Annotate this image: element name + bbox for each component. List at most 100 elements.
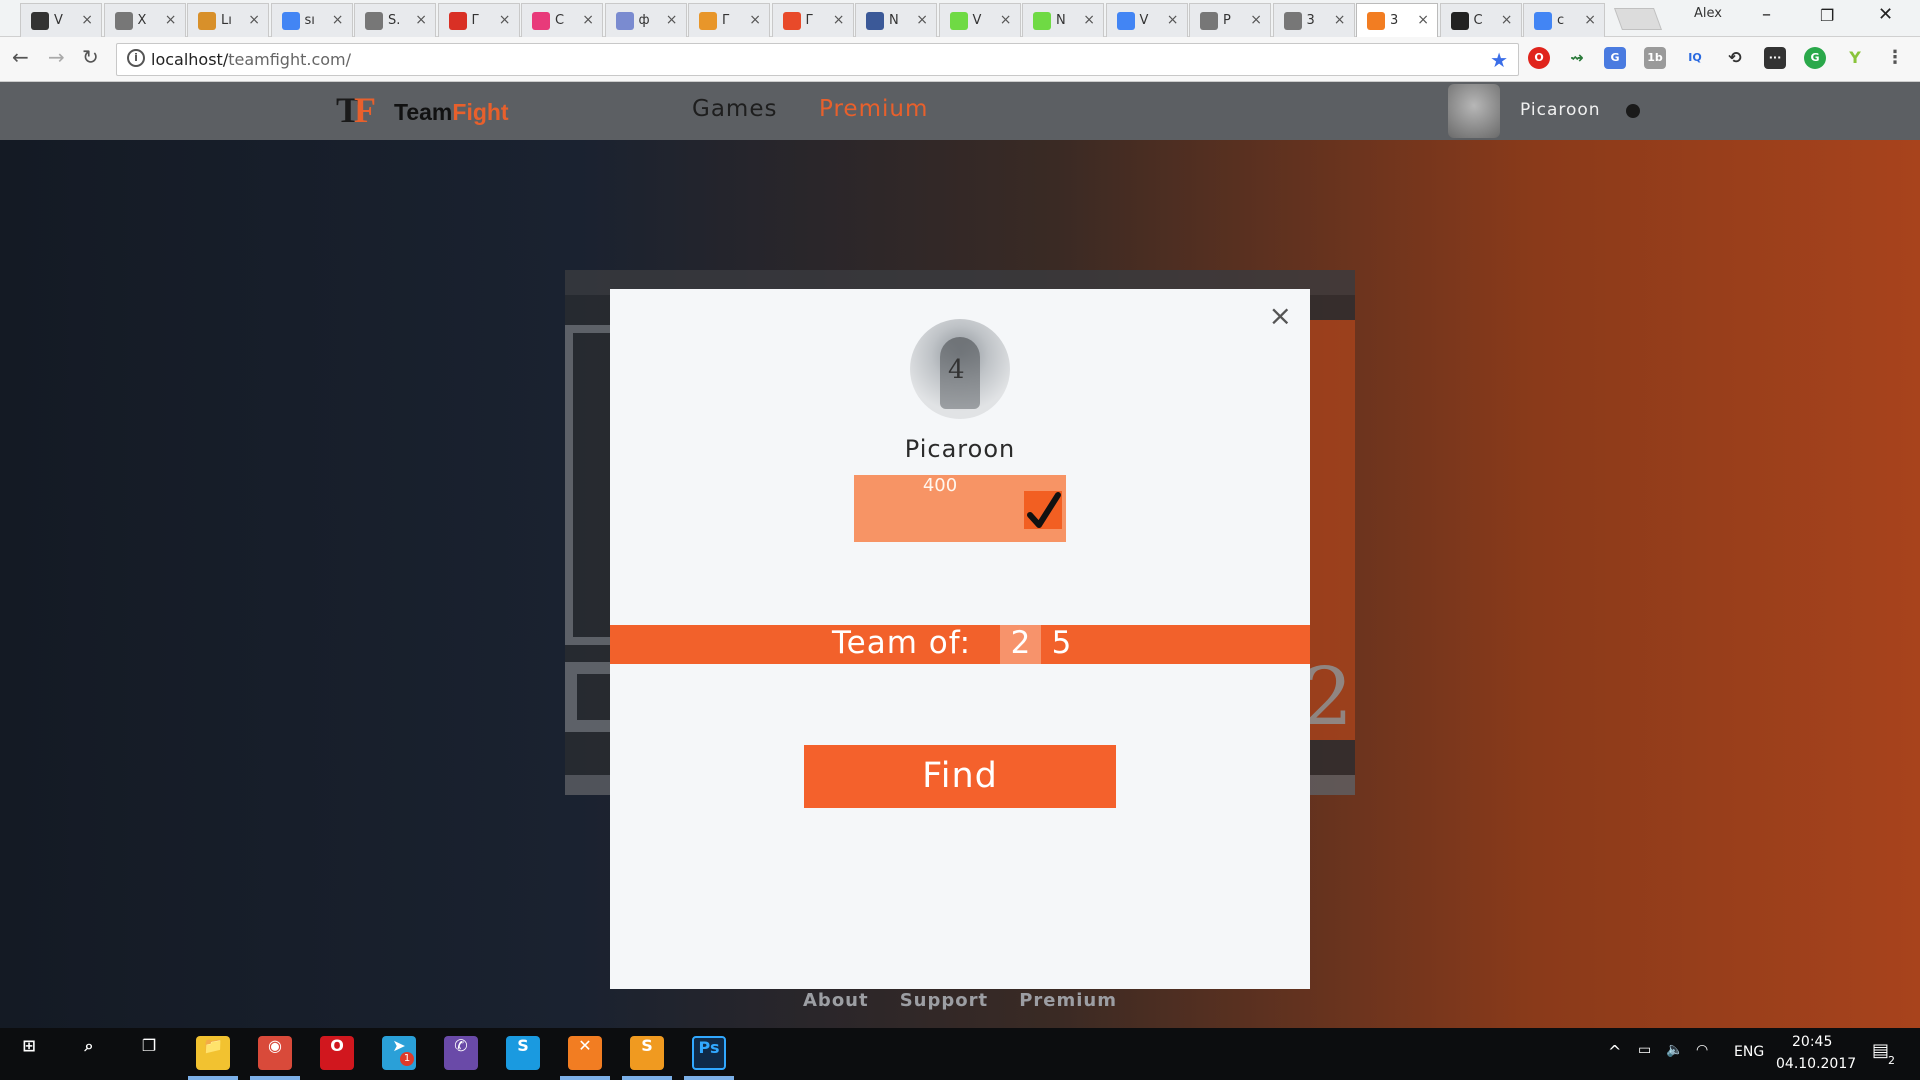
- tab-close-icon[interactable]: ×: [749, 12, 761, 28]
- tab-close-icon[interactable]: ×: [1334, 12, 1346, 28]
- tab-close-icon[interactable]: ×: [1083, 12, 1095, 28]
- grammarly-ext-icon[interactable]: G: [1804, 47, 1826, 69]
- browser-tab[interactable]: Г ×: [437, 3, 520, 37]
- wave-ext-icon[interactable]: ⇝: [1566, 47, 1588, 69]
- back-arrow-icon[interactable]: ←: [12, 45, 29, 69]
- tab-close-icon[interactable]: ×: [81, 12, 93, 28]
- xampp-icon[interactable]: ✕: [568, 1036, 602, 1070]
- search-icon[interactable]: ⌕: [72, 1036, 106, 1070]
- browser-tab[interactable]: N ×: [1022, 3, 1104, 37]
- tab-close-icon[interactable]: ×: [1417, 12, 1429, 28]
- profile-name[interactable]: Alex: [1694, 6, 1722, 21]
- browser-tab[interactable]: P ×: [1189, 3, 1271, 37]
- browser-tab[interactable]: C ×: [1439, 3, 1522, 37]
- browser-tab[interactable]: c ×: [1523, 3, 1605, 37]
- tab-close-icon[interactable]: ×: [582, 12, 594, 28]
- battery-icon[interactable]: ▭: [1638, 1042, 1651, 1058]
- menu-dots-icon[interactable]: ⋮: [1884, 47, 1906, 69]
- minimize-icon[interactable]: –: [1762, 4, 1771, 25]
- iq-ext-icon[interactable]: IQ: [1684, 47, 1706, 69]
- notification-icon[interactable]: ▤: [1872, 1040, 1889, 1061]
- browser-tab[interactable]: Lı ×: [187, 3, 269, 37]
- info-icon[interactable]: i: [127, 49, 145, 67]
- tray-chevron-icon[interactable]: ^: [1608, 1042, 1621, 1061]
- url-text[interactable]: localhost/teamfight.com/: [151, 50, 351, 69]
- footer-premium-link[interactable]: Premium: [1019, 990, 1117, 1011]
- status-dot-icon: [1626, 104, 1640, 118]
- nav-username[interactable]: Picaroon: [1520, 100, 1601, 120]
- forward-arrow-icon[interactable]: →: [48, 45, 65, 69]
- address-bar[interactable]: i localhost/teamfight.com/ ★: [116, 43, 1519, 76]
- browser-tab[interactable]: V ×: [938, 3, 1021, 37]
- tab-close-icon[interactable]: ×: [833, 12, 845, 28]
- network-icon[interactable]: ◠: [1696, 1042, 1708, 1058]
- chrome-icon[interactable]: ◉: [258, 1036, 292, 1070]
- find-button[interactable]: Find: [804, 745, 1116, 808]
- tab-close-icon[interactable]: ×: [1167, 12, 1179, 28]
- browser-tab[interactable]: V ×: [20, 3, 102, 37]
- browser-tab[interactable]: V ×: [1105, 3, 1188, 37]
- tab-close-icon[interactable]: ×: [499, 12, 511, 28]
- browser-tab[interactable]: X ×: [103, 3, 186, 37]
- active-app-indicator: [250, 1076, 300, 1080]
- browser-tab[interactable]: 3 ×: [1272, 3, 1355, 37]
- viber-icon[interactable]: ✆: [444, 1036, 478, 1070]
- tab-close-icon[interactable]: ×: [332, 12, 344, 28]
- close-window-icon[interactable]: ✕: [1878, 4, 1893, 25]
- y-ext-icon[interactable]: Y: [1844, 47, 1866, 69]
- sublime-icon[interactable]: S: [630, 1036, 664, 1070]
- browser-tab[interactable]: Г ×: [771, 3, 854, 37]
- browser-tab[interactable]: N ×: [855, 3, 937, 37]
- tab-close-icon[interactable]: ×: [165, 12, 177, 28]
- tab-close-icon[interactable]: ×: [1250, 12, 1262, 28]
- nav-premium[interactable]: Premium: [819, 96, 928, 122]
- skype-icon[interactable]: S: [506, 1036, 540, 1070]
- tab-close-icon[interactable]: ×: [415, 12, 427, 28]
- rating-field[interactable]: 400: [854, 475, 1066, 542]
- translate-ext-icon[interactable]: G: [1604, 47, 1626, 69]
- tab-close-icon[interactable]: ×: [1584, 12, 1596, 28]
- team-size-option-5[interactable]: 5: [1041, 625, 1082, 664]
- windows-start-icon[interactable]: ⊞: [12, 1036, 46, 1070]
- tab-close-icon[interactable]: ×: [666, 12, 678, 28]
- footer-about-link[interactable]: About: [803, 990, 869, 1011]
- new-tab-button[interactable]: [1613, 8, 1663, 30]
- m-logo-icon: [615, 12, 634, 30]
- find-team-modal: × 4 Picaroon 400 Team of: 2 5 Find: [610, 289, 1310, 989]
- team-size-option-2[interactable]: 2: [1000, 625, 1041, 664]
- footer-support-link[interactable]: Support: [900, 990, 988, 1011]
- sync-ext-icon[interactable]: ⟲: [1724, 47, 1746, 69]
- close-icon[interactable]: ×: [1269, 299, 1292, 332]
- browser-tab[interactable]: sı ×: [270, 3, 353, 37]
- browser-tab[interactable]: Г ×: [688, 3, 770, 37]
- opera-ext-icon[interactable]: O: [1528, 47, 1550, 69]
- browser-tab[interactable]: S. ×: [354, 3, 436, 37]
- file-explorer-icon[interactable]: 📁: [196, 1036, 230, 1070]
- reload-icon[interactable]: ↻: [82, 45, 99, 69]
- photoshop-icon[interactable]: Ps: [692, 1036, 726, 1070]
- task-view-icon[interactable]: ❐: [132, 1036, 166, 1070]
- language-indicator[interactable]: ENG: [1734, 1044, 1764, 1060]
- checkmark-icon[interactable]: [1024, 491, 1062, 529]
- browser-tab[interactable]: C ×: [521, 3, 603, 37]
- browser-tab[interactable]: ф ×: [604, 3, 687, 37]
- 1b-ext-icon[interactable]: 1b: [1644, 47, 1666, 69]
- dots-ext-icon[interactable]: ···: [1764, 47, 1786, 69]
- tab-close-icon[interactable]: ×: [248, 12, 260, 28]
- bookmark-star-icon[interactable]: ★: [1490, 48, 1508, 72]
- user-avatar[interactable]: [1448, 84, 1500, 138]
- google-icon: [1116, 12, 1135, 30]
- clock-time[interactable]: 20:45: [1792, 1034, 1832, 1050]
- rating-value[interactable]: 400: [854, 475, 1026, 542]
- restore-icon[interactable]: ❐: [1820, 6, 1834, 25]
- tab-title: c: [1557, 13, 1565, 28]
- tab-close-icon[interactable]: ×: [1501, 12, 1513, 28]
- browser-tab[interactable]: 3 ×: [1356, 3, 1438, 38]
- clock-date[interactable]: 04.10.2017: [1776, 1056, 1856, 1072]
- nav-games[interactable]: Games: [692, 96, 777, 122]
- volume-icon[interactable]: 🔈: [1666, 1042, 1683, 1058]
- tab-close-icon[interactable]: ×: [1000, 12, 1012, 28]
- tab-close-icon[interactable]: ×: [916, 12, 928, 28]
- facebook-icon: [866, 12, 884, 30]
- opera-icon[interactable]: O: [320, 1036, 354, 1070]
